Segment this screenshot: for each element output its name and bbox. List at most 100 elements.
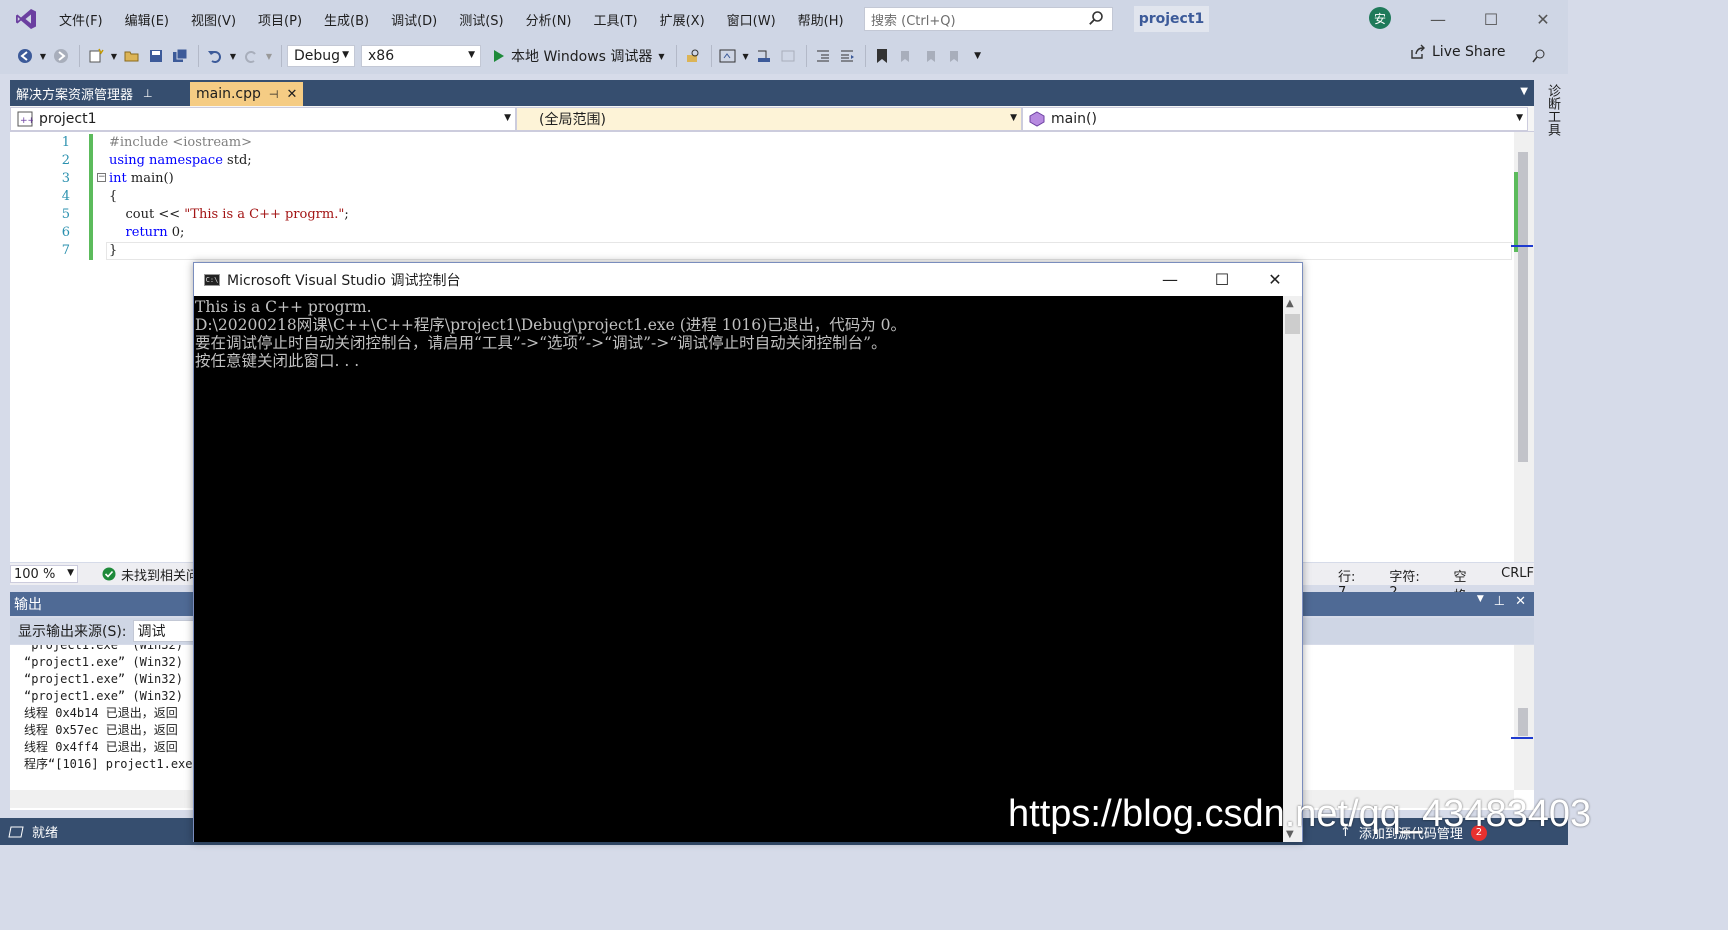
clear-bookmarks-icon[interactable] xyxy=(943,44,965,68)
code-line: #include <iostream> xyxy=(109,135,253,150)
redo-icon[interactable] xyxy=(240,44,262,68)
minimize-icon[interactable]: — xyxy=(1425,6,1451,32)
output-vertical-scrollbar[interactable] xyxy=(1511,645,1534,790)
console-output[interactable]: This is a C++ progrm. D:\20200218网课\C++\… xyxy=(194,296,1283,842)
scrollbar-thumb[interactable] xyxy=(1518,708,1528,736)
menu-window[interactable]: 窗口(W) xyxy=(716,0,787,38)
platform-select[interactable]: x86 ▼ xyxy=(361,45,481,67)
step-into-icon[interactable] xyxy=(753,44,775,68)
project-select[interactable]: ++ project1 ▼ xyxy=(10,107,516,131)
change-marker xyxy=(1514,172,1518,252)
editor-vertical-scrollbar[interactable] xyxy=(1511,132,1534,562)
zoom-select[interactable]: 100 % ▼ xyxy=(10,565,78,583)
status-ready: 就绪 xyxy=(8,822,58,841)
collapse-icon[interactable]: − xyxy=(97,173,106,182)
live-share-button[interactable]: Live Share xyxy=(1410,44,1505,60)
line-number: 7 xyxy=(61,243,70,258)
menu-debug[interactable]: 调试(D) xyxy=(380,0,448,38)
close-icon[interactable]: ✕ xyxy=(1515,594,1526,609)
menu-project[interactable]: 项目(P) xyxy=(247,0,313,38)
console-title-bar[interactable]: C:\ Microsoft Visual Studio 调试控制台 — ☐ ✕ xyxy=(194,263,1302,296)
output-line: 线程 0x57ec 已退出，返回 xyxy=(24,723,178,737)
menu-test[interactable]: 测试(S) xyxy=(448,0,514,38)
code-line: { xyxy=(109,189,118,204)
menu-file[interactable]: 文件(F) xyxy=(48,0,114,38)
toolbar-divider xyxy=(198,45,199,67)
step-over-icon[interactable] xyxy=(777,44,799,68)
navigation-bar: ++ project1 ▼ (全局范围) ▼ main() ▼ xyxy=(10,106,1534,132)
caret-marker xyxy=(1511,245,1533,247)
indent-icon[interactable] xyxy=(812,44,834,68)
solution-explorer-icon[interactable] xyxy=(717,44,739,68)
back-icon[interactable] xyxy=(14,44,36,68)
outdent-icon[interactable] xyxy=(836,44,858,68)
chevron-down-icon: ▼ xyxy=(504,113,511,123)
output-line: “project1.exe” (Win32) xyxy=(24,655,183,669)
new-item-icon[interactable] xyxy=(85,44,107,68)
line-number: 6 xyxy=(61,225,70,240)
maximize-icon[interactable]: ☐ xyxy=(1478,6,1504,32)
close-icon[interactable]: ✕ xyxy=(287,87,298,102)
tab-main-cpp[interactable]: main.cpp ⊣ ✕ xyxy=(190,82,304,106)
debug-console-window[interactable]: C:\ Microsoft Visual Studio 调试控制台 — ☐ ✕ … xyxy=(193,262,1303,842)
chevron-down-icon[interactable]: ▼ xyxy=(38,44,48,68)
console-vertical-scrollbar[interactable]: ▲ ▼ xyxy=(1283,296,1302,842)
menu-extensions[interactable]: 扩展(X) xyxy=(649,0,716,38)
code-line: using namespace std; xyxy=(109,153,252,168)
forward-icon[interactable] xyxy=(50,44,72,68)
close-icon[interactable]: ✕ xyxy=(1530,6,1556,32)
member-select[interactable]: main() ▼ xyxy=(1022,107,1528,131)
scope-select[interactable]: (全局范围) ▼ xyxy=(516,107,1022,131)
chevron-down-icon[interactable]: ▼ xyxy=(264,44,274,68)
save-all-icon[interactable] xyxy=(169,44,191,68)
tab-overflow-icon[interactable]: ▼ xyxy=(1520,86,1528,97)
bookmark-icon[interactable] xyxy=(871,44,893,68)
avatar[interactable]: 安 xyxy=(1369,7,1391,29)
open-folder-icon[interactable] xyxy=(121,44,143,68)
menu-tools[interactable]: 工具(T) xyxy=(583,0,649,38)
diagnostic-tools-tab[interactable]: 诊断工具 xyxy=(1542,84,1562,136)
menu-help[interactable]: 帮助(H) xyxy=(787,0,855,38)
standard-toolbar: ▼ ▼ ▼ ▼ Debug ▼ x86 ▼ 本地 Windows 调试器 ▼ ▼… xyxy=(0,38,1568,74)
toolbar-options-icon[interactable]: ▼ xyxy=(967,44,989,68)
save-icon[interactable] xyxy=(145,44,167,68)
toolbar-divider xyxy=(281,45,282,67)
maximize-icon[interactable]: ☐ xyxy=(1196,263,1248,296)
pin-icon[interactable]: ⊥ xyxy=(143,87,153,100)
close-icon[interactable]: ✕ xyxy=(1249,263,1301,296)
search-icon[interactable] xyxy=(1088,10,1104,30)
pin-icon[interactable]: ⊣ xyxy=(269,88,279,101)
search-input[interactable]: 搜索 (Ctrl+Q) xyxy=(864,7,1113,31)
cpp-project-icon: ++ xyxy=(17,111,33,127)
feedback-icon[interactable] xyxy=(1528,44,1550,68)
start-debugging-button[interactable]: 本地 Windows 调试器 ▼ xyxy=(493,46,665,66)
scrollbar-thumb[interactable] xyxy=(1285,314,1300,334)
scroll-up-icon[interactable]: ▲ xyxy=(1286,298,1294,309)
chevron-down-icon[interactable]: ▼ xyxy=(109,44,119,68)
menu-view[interactable]: 视图(V) xyxy=(180,0,247,38)
tab-solution-explorer[interactable]: 解决方案资源管理器 ⊥ xyxy=(10,80,190,106)
chevron-down-icon[interactable]: ▼ xyxy=(658,52,664,61)
next-bookmark-icon[interactable] xyxy=(919,44,941,68)
chevron-down-icon[interactable]: ▼ xyxy=(1477,594,1484,609)
scrollbar-thumb[interactable] xyxy=(1518,152,1528,462)
line-number: 4 xyxy=(61,189,70,204)
minimize-icon[interactable]: — xyxy=(1144,263,1196,296)
chevron-down-icon: ▼ xyxy=(1516,113,1523,123)
previous-bookmark-icon[interactable] xyxy=(895,44,917,68)
find-in-files-icon[interactable] xyxy=(682,44,704,68)
console-app-icon: C:\ xyxy=(204,273,220,286)
undo-icon[interactable] xyxy=(204,44,226,68)
chevron-down-icon[interactable]: ▼ xyxy=(741,44,751,68)
share-icon xyxy=(1411,44,1425,59)
visual-studio-logo-icon[interactable] xyxy=(12,7,40,31)
menu-analyze[interactable]: 分析(N) xyxy=(515,0,583,38)
pin-icon[interactable]: ⊥ xyxy=(1494,594,1505,609)
menu-edit[interactable]: 编辑(E) xyxy=(114,0,180,38)
output-line: 程序“[1016] project1.exe xyxy=(24,757,193,771)
chevron-down-icon[interactable]: ▼ xyxy=(228,44,238,68)
menu-build[interactable]: 生成(B) xyxy=(313,0,380,38)
status-ready-text: 就绪 xyxy=(32,826,59,841)
configuration-select[interactable]: Debug ▼ xyxy=(287,45,355,67)
toolbar-divider xyxy=(79,45,80,67)
